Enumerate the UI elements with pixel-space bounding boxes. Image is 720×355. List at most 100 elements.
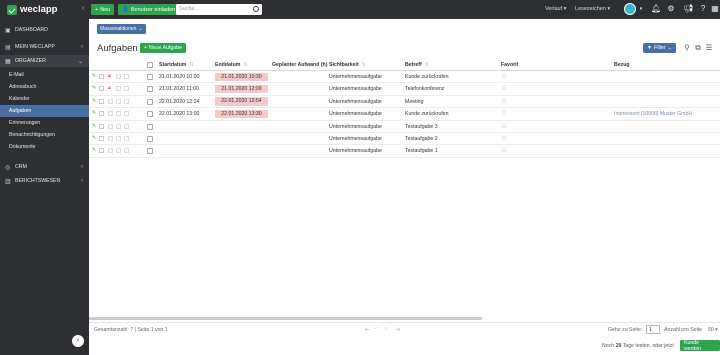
subject-cell[interactable]: Kunde zurückrufen [405, 74, 449, 80]
status-icon[interactable] [124, 111, 129, 117]
prev-page-icon[interactable]: ‹ [375, 326, 377, 332]
copy-icon[interactable] [99, 123, 104, 129]
sidebar-item-notifications[interactable]: Benachrichtigungen [0, 129, 89, 141]
search-input[interactable]: Suche... [176, 4, 262, 15]
edit-icon[interactable]: ✎ [92, 74, 97, 79]
status-icon[interactable] [124, 136, 129, 141]
note-icon[interactable] [116, 123, 121, 129]
status-icon[interactable] [124, 86, 129, 92]
last-page-icon[interactable]: ⇥ [395, 326, 400, 333]
invite-user-button[interactable]: 👤 Benutzer einladen [118, 4, 180, 15]
select-all-checkbox[interactable] [147, 62, 153, 68]
user-avatar[interactable] [624, 3, 636, 15]
sidebar-item-tasks[interactable]: Aufgaben [0, 105, 89, 117]
favorite-star-icon[interactable]: ☆ [501, 135, 507, 142]
favorite-star-icon[interactable]: ☆ [501, 98, 507, 105]
sidebar-item-email[interactable]: E-Mail [0, 69, 89, 81]
subject-cell[interactable]: Testaufgabe 3 [405, 124, 438, 130]
row-checkbox[interactable] [147, 74, 153, 80]
sidebar-item-crm[interactable]: ◎ CRM › [0, 161, 89, 173]
attachment-icon[interactable] [108, 111, 113, 117]
note-icon[interactable] [116, 86, 121, 92]
sidebar-item-reports[interactable]: ▥ BERICHTSWESEN › [0, 175, 89, 187]
row-checkbox[interactable] [147, 123, 153, 130]
column-header-start[interactable]: Startdatum ⇅ [159, 62, 194, 68]
search-icon[interactable] [253, 6, 259, 12]
favorite-star-icon[interactable]: ☆ [501, 123, 507, 130]
note-icon[interactable] [116, 98, 121, 104]
sidebar-item-mein-weclapp[interactable]: ▤ MEIN WECLAPP › [0, 41, 89, 53]
bookmarks-menu[interactable]: Lesezeichen ▾ [575, 6, 610, 12]
collapse-sidebar-button[interactable]: ‹ [72, 335, 84, 347]
history-menu[interactable]: Verlauf ▾ [545, 6, 566, 12]
copy-icon[interactable] [99, 136, 104, 141]
copy-icon[interactable] [99, 86, 104, 92]
table-row[interactable]: ✎ Unternehmensaufgabe Testaufgabe 1 ☆ [89, 145, 720, 158]
lock-icon[interactable]: 🔒︎ [108, 86, 113, 91]
new-task-button[interactable]: + Neue Aufgabe [140, 43, 186, 53]
reference-cell[interactable]: Interessent [10006] Muster GmbH [614, 111, 692, 117]
note-icon[interactable] [116, 136, 121, 141]
table-row[interactable]: ✎ 🔒︎ 21.01.2020 10:00 21.01.2020 10:30 Unter… [89, 71, 720, 84]
become-customer-button[interactable]: Kunde werden [680, 340, 720, 352]
weclapp-logo[interactable]: weclapp [7, 4, 58, 15]
column-header-end[interactable]: Enddatum ⇅ [215, 62, 248, 68]
copy-icon[interactable] [99, 148, 104, 154]
filter-button[interactable]: ▼ Filter ⌄ [643, 43, 677, 53]
per-page-select[interactable]: 50 ▾ [708, 327, 718, 333]
row-checkbox[interactable] [147, 86, 153, 93]
attachment-icon[interactable] [108, 136, 113, 141]
sidebar-toggle-icon[interactable]: ‹ [82, 5, 84, 12]
subject-cell[interactable]: Telefonkonferenz [405, 86, 445, 92]
subject-cell[interactable]: Testaufgabe 1 [405, 148, 438, 154]
note-icon[interactable] [116, 74, 121, 79]
mass-actions-dropdown[interactable]: Massenaktionen ⌄ [97, 24, 146, 34]
subject-cell[interactable]: Kunde zurückrufen [405, 111, 449, 117]
edit-icon[interactable]: ✎ [92, 111, 97, 116]
row-checkbox[interactable] [147, 111, 153, 118]
column-header-subject[interactable]: Betreff ⇅ [405, 62, 429, 68]
help-icon[interactable]: ? [699, 5, 707, 13]
column-header-visibility[interactable]: Sichtbarkeit ⇅ [329, 62, 366, 68]
attachment-icon[interactable] [108, 98, 113, 104]
row-checkbox[interactable] [147, 148, 153, 155]
sidebar-item-documents[interactable]: Dokumente [0, 141, 89, 153]
megaphone-icon[interactable]: 📢︎ [683, 5, 693, 13]
page-number-input[interactable]: 1 [646, 325, 660, 334]
column-header-favorite[interactable]: Favorit [501, 62, 518, 68]
row-checkbox[interactable] [147, 136, 153, 142]
sidebar-item-organizer[interactable]: ▦ ORGANIZER ⌄ [0, 55, 89, 67]
avatar-caret-icon[interactable]: ▾ [637, 5, 645, 13]
new-button[interactable]: + Neu [91, 4, 115, 15]
first-page-icon[interactable]: ⇤ [365, 326, 370, 333]
favorite-star-icon[interactable]: ☆ [501, 147, 507, 154]
gear-icon[interactable]: ⚙ [667, 5, 675, 13]
row-checkbox[interactable] [147, 98, 153, 105]
table-row[interactable]: ✎ Unternehmensaufgabe Testaufgabe 3 ☆ [89, 121, 720, 133]
edit-icon[interactable]: ✎ [92, 123, 97, 129]
table-row[interactable]: ✎ 22.01.2020 13:00 22.01.2020 13:30 Unterne… [89, 108, 720, 121]
column-header-reference[interactable]: Bezug [614, 62, 630, 68]
apps-grid-icon[interactable]: ▦ [711, 5, 719, 13]
copy-icon[interactable] [99, 111, 104, 117]
copy-icon[interactable] [99, 74, 104, 79]
status-icon[interactable] [124, 148, 129, 154]
sidebar-item-reminders[interactable]: Erinnerungen [0, 117, 89, 129]
lock-icon[interactable]: 🔒︎ [108, 74, 113, 79]
column-header-effort[interactable]: Geplanter Aufwand (h) [272, 62, 327, 68]
status-icon[interactable] [124, 74, 129, 79]
share-icon[interactable]: ⧉ [694, 44, 702, 52]
favorite-star-icon[interactable]: ☆ [501, 73, 507, 80]
favorite-star-icon[interactable]: ☆ [501, 110, 507, 117]
edit-icon[interactable]: ✎ [92, 86, 97, 91]
horizontal-scrollbar[interactable] [89, 317, 482, 320]
subject-cell[interactable]: Testaufgabe 2 [405, 136, 438, 142]
favorite-star-icon[interactable]: ☆ [501, 85, 507, 92]
list-view-icon[interactable]: ☰ [705, 44, 713, 52]
sidebar-item-dashboard[interactable]: ▣ DASHBOARD [0, 24, 89, 36]
edit-icon[interactable]: ✎ [92, 148, 97, 153]
attachment-icon[interactable] [108, 148, 113, 154]
status-icon[interactable] [124, 123, 129, 129]
table-row[interactable]: ✎ 22.01.2020 12:24 22.01.2020 12:54 Unterne… [89, 96, 720, 109]
sidebar-item-addressbook[interactable]: Adressbuch [0, 81, 89, 93]
